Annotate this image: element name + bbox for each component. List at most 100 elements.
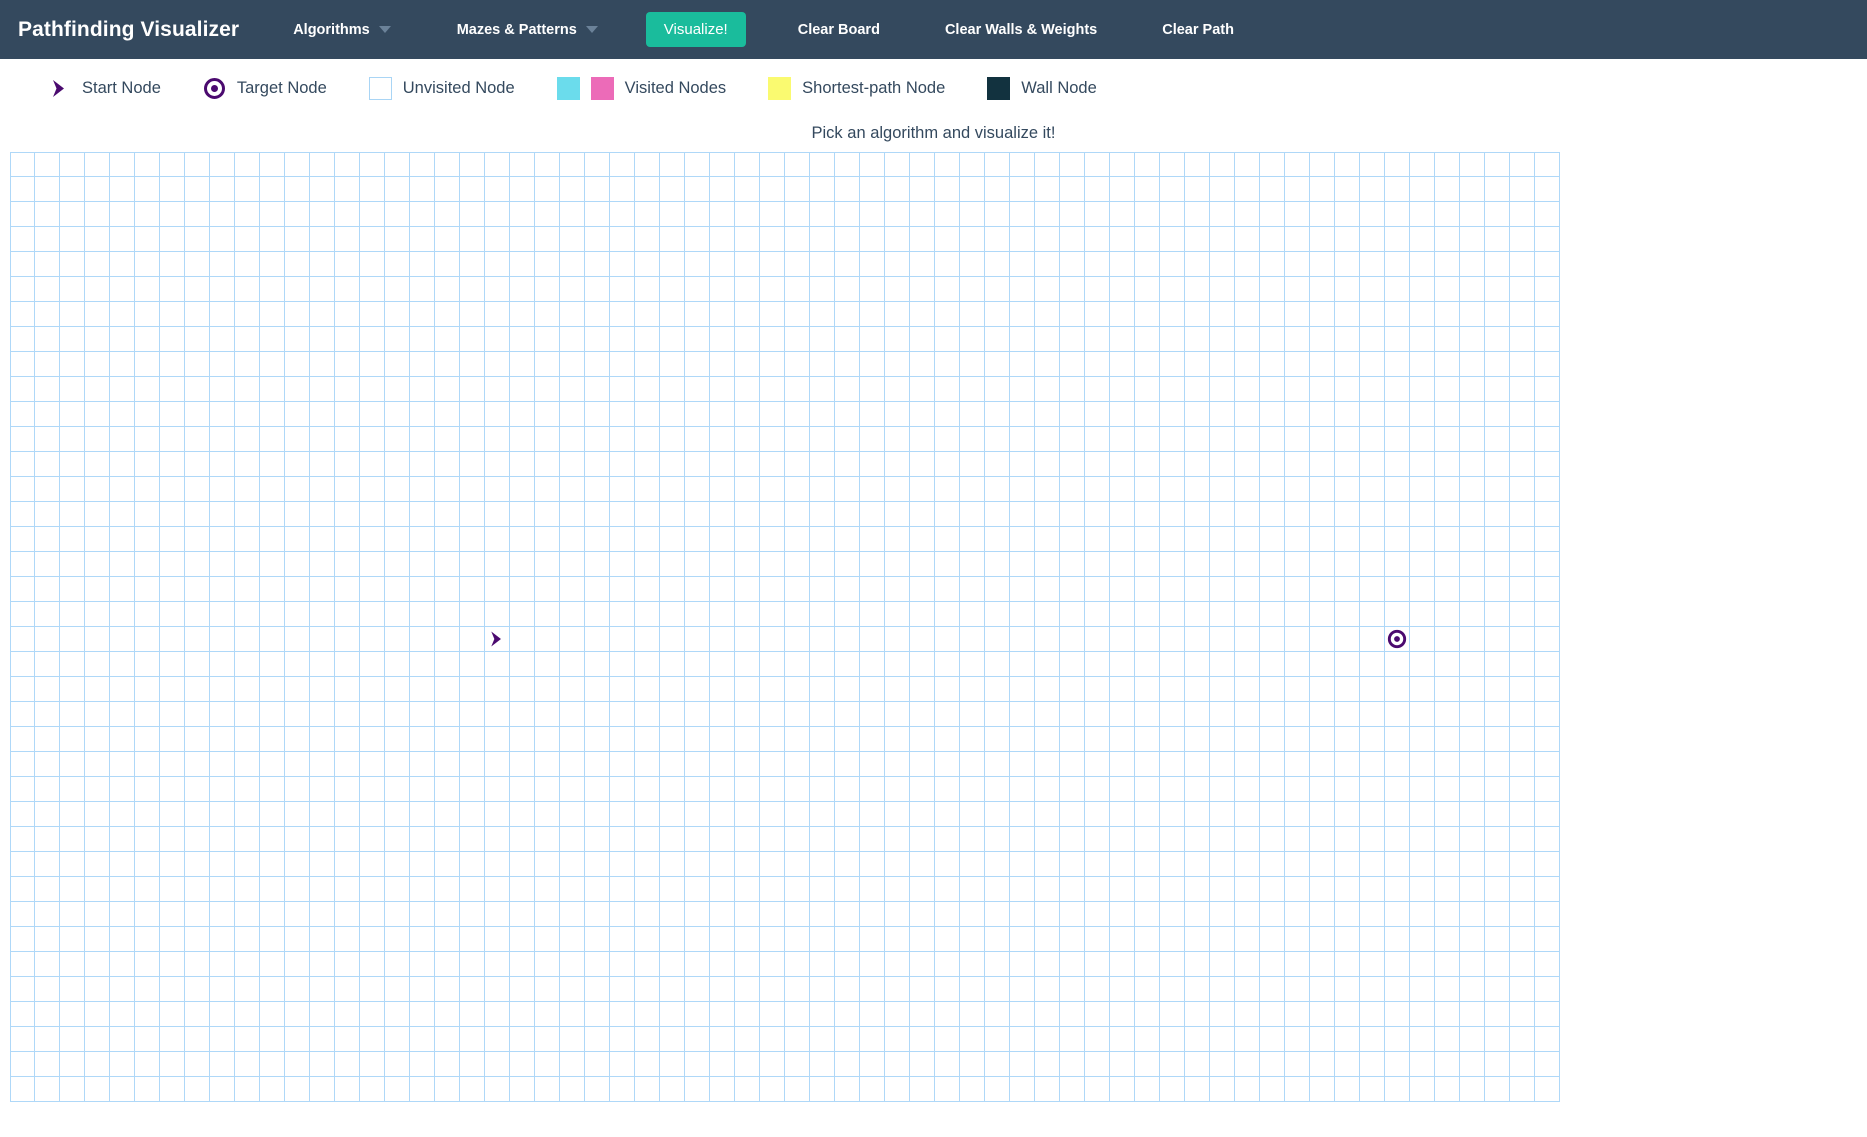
grid-cell[interactable]: [510, 352, 535, 377]
grid-cell[interactable]: [1310, 252, 1335, 277]
grid-cell[interactable]: [35, 202, 60, 227]
grid-cell[interactable]: [135, 827, 160, 852]
grid-cell[interactable]: [1410, 652, 1435, 677]
grid-cell[interactable]: [310, 627, 335, 652]
grid-cell[interactable]: [1435, 577, 1460, 602]
grid-cell[interactable]: [1435, 677, 1460, 702]
grid-cell[interactable]: [235, 1052, 260, 1077]
grid-cell[interactable]: [360, 1027, 385, 1052]
grid-cell[interactable]: [1210, 502, 1235, 527]
grid-cell[interactable]: [1510, 427, 1535, 452]
grid-cell[interactable]: [1510, 202, 1535, 227]
grid-cell[interactable]: [460, 902, 485, 927]
grid-cell[interactable]: [85, 577, 110, 602]
grid-cell[interactable]: [110, 552, 135, 577]
grid-cell[interactable]: [1135, 1052, 1160, 1077]
grid-cell[interactable]: [185, 652, 210, 677]
grid-cell[interactable]: [935, 627, 960, 652]
grid-cell[interactable]: [1285, 327, 1310, 352]
grid-cell[interactable]: [685, 1052, 710, 1077]
grid-cell[interactable]: [910, 1052, 935, 1077]
grid-cell[interactable]: [1060, 702, 1085, 727]
grid-cell[interactable]: [885, 802, 910, 827]
grid-cell[interactable]: [785, 977, 810, 1002]
grid-cell[interactable]: [1285, 777, 1310, 802]
grid-cell[interactable]: [360, 552, 385, 577]
grid-cell[interactable]: [1235, 677, 1260, 702]
grid-cell[interactable]: [1110, 477, 1135, 502]
grid-cell[interactable]: [185, 252, 210, 277]
grid-cell[interactable]: [710, 952, 735, 977]
grid-cell[interactable]: [635, 452, 660, 477]
grid-cell[interactable]: [1010, 1027, 1035, 1052]
grid-cell[interactable]: [1460, 477, 1485, 502]
grid-cell[interactable]: [1460, 852, 1485, 877]
grid-cell[interactable]: [1510, 527, 1535, 552]
grid-cell[interactable]: [1085, 402, 1110, 427]
grid-cell[interactable]: [1035, 427, 1060, 452]
grid-cell[interactable]: [885, 477, 910, 502]
grid-cell[interactable]: [510, 577, 535, 602]
grid-cell[interactable]: [60, 277, 85, 302]
grid-cell[interactable]: [1435, 877, 1460, 902]
grid-cell[interactable]: [560, 1052, 585, 1077]
grid-cell[interactable]: [685, 1027, 710, 1052]
grid-cell[interactable]: [510, 702, 535, 727]
grid-cell[interactable]: [1260, 1052, 1285, 1077]
grid-cell[interactable]: [1485, 452, 1510, 477]
grid-cell[interactable]: [1185, 1077, 1210, 1102]
grid-cell[interactable]: [1110, 677, 1135, 702]
grid-cell[interactable]: [1260, 152, 1285, 177]
grid-cell[interactable]: [685, 252, 710, 277]
grid-cell[interactable]: [410, 802, 435, 827]
grid-cell[interactable]: [1535, 202, 1560, 227]
grid-cell[interactable]: [685, 552, 710, 577]
grid-cell[interactable]: [1435, 627, 1460, 652]
grid-cell[interactable]: [485, 277, 510, 302]
grid-cell[interactable]: [1260, 227, 1285, 252]
grid-cell[interactable]: [1360, 727, 1385, 752]
grid-cell[interactable]: [585, 852, 610, 877]
grid-cell[interactable]: [1135, 152, 1160, 177]
grid-cell[interactable]: [735, 527, 760, 552]
grid-cell[interactable]: [235, 277, 260, 302]
grid-cell[interactable]: [485, 902, 510, 927]
grid-cell[interactable]: [1435, 1052, 1460, 1077]
grid-cell[interactable]: [410, 852, 435, 877]
grid-cell[interactable]: [960, 752, 985, 777]
grid-cell[interactable]: [810, 202, 835, 227]
grid-cell[interactable]: [835, 327, 860, 352]
grid-cell[interactable]: [1385, 552, 1410, 577]
grid-cell[interactable]: [1385, 1052, 1410, 1077]
grid-cell[interactable]: [835, 1052, 860, 1077]
grid-cell[interactable]: [85, 802, 110, 827]
grid-cell[interactable]: [1035, 177, 1060, 202]
grid-cell[interactable]: [1285, 352, 1310, 377]
target-node[interactable]: [1385, 627, 1410, 652]
grid-cell[interactable]: [1335, 602, 1360, 627]
grid-cell[interactable]: [360, 1052, 385, 1077]
grid-cell[interactable]: [1335, 202, 1360, 227]
grid-cell[interactable]: [835, 477, 860, 502]
grid-cell[interactable]: [1010, 1052, 1035, 1077]
grid-cell[interactable]: [1185, 952, 1210, 977]
grid-cell[interactable]: [260, 202, 285, 227]
grid-cell[interactable]: [410, 527, 435, 552]
grid-cell[interactable]: [560, 827, 585, 852]
grid-cell[interactable]: [110, 527, 135, 552]
grid-cell[interactable]: [860, 552, 885, 577]
grid-cell[interactable]: [810, 452, 835, 477]
grid-cell[interactable]: [560, 302, 585, 327]
grid-cell[interactable]: [635, 652, 660, 677]
grid-cell[interactable]: [1535, 1002, 1560, 1027]
grid-cell[interactable]: [1060, 827, 1085, 852]
grid-cell[interactable]: [410, 377, 435, 402]
grid-cell[interactable]: [1260, 827, 1285, 852]
grid-cell[interactable]: [785, 177, 810, 202]
grid-cell[interactable]: [1285, 252, 1310, 277]
grid-cell[interactable]: [1185, 802, 1210, 827]
grid-cell[interactable]: [260, 827, 285, 852]
grid-cell[interactable]: [10, 402, 35, 427]
grid-cell[interactable]: [360, 427, 385, 452]
grid-cell[interactable]: [10, 477, 35, 502]
